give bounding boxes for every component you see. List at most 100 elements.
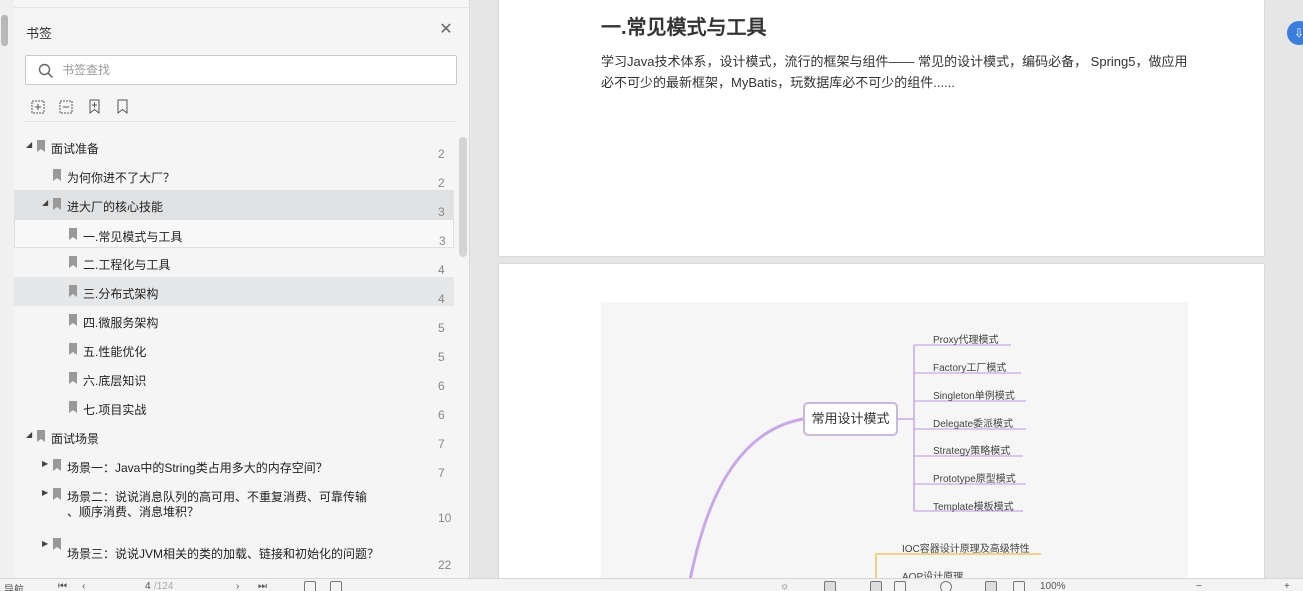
panel-scrollbar[interactable]	[459, 137, 467, 257]
bookmark-icon	[53, 459, 61, 471]
close-icon[interactable]: ✕	[438, 22, 454, 38]
bookmark-label: 三.分布式架构	[83, 287, 159, 301]
zoom-level[interactable]: 100%	[1040, 581, 1066, 591]
bookmark-label: 五.性能优化	[83, 345, 147, 359]
panel-title: 书签	[26, 26, 53, 41]
bookmark-item[interactable]: ▶ 场景二：说说消息队列的高可用、不重复消费、可靠传输 、顺序消费、消息堆积？ …	[14, 480, 454, 528]
bookmark-page: 7	[438, 437, 445, 451]
bookmark-page: 7	[438, 466, 445, 480]
expand-arrow-icon[interactable]: ▶	[42, 460, 50, 468]
mindmap-connectors	[688, 344, 1041, 578]
bookmark-item[interactable]: 六.底层知识 6	[14, 364, 454, 393]
single-page-icon[interactable]	[304, 581, 316, 591]
section-heading: 一.常见模式与工具	[601, 17, 767, 39]
bookmark-icon[interactable]	[114, 98, 132, 116]
next-page-icon[interactable]: ›	[236, 581, 239, 591]
section-paragraph: 学习Java技术体系，设计模式，流行的框架与组件—— 常见的设计模式，编码必备，…	[601, 51, 1201, 93]
bookmark-item[interactable]: 四.微服务架构 5	[14, 306, 454, 335]
bookmark-label: 二.工程化与工具	[83, 258, 171, 272]
bookmark-item[interactable]: 为何你进不了大厂？ 2	[14, 161, 454, 190]
mindmap-leaf: Prototype原型模式	[933, 474, 1016, 485]
collapse-arrow-icon[interactable]: ◢	[42, 199, 50, 207]
left-rail	[0, 0, 14, 578]
document-view[interactable]: 一.常见模式与工具 学习Java技术体系，设计模式，流行的框架与组件—— 常见的…	[471, 0, 1303, 578]
bookmark-icon	[69, 314, 77, 326]
bookmark-label: 进大厂的核心技能	[67, 200, 164, 214]
status-bar: 导航 ⏮ ‹ 4 /124 › ⏭ ☼ 100% − +	[0, 578, 1303, 591]
paragraph-line: 必不可少的最新框架，MyBatis，玩数据库必不可少的组件......	[601, 75, 955, 90]
eye-icon[interactable]: ☼	[780, 581, 789, 591]
bookmark-search[interactable]	[25, 55, 457, 85]
bookmark-item[interactable]: ▶ 场景一：Java中的String类占用多大的内存空间？ 7	[14, 451, 454, 480]
bookmark-icon	[37, 430, 45, 442]
document-page: 一.常见模式与工具 学习Java技术体系，设计模式，流行的框架与组件—— 常见的…	[499, 0, 1264, 256]
mindmap-leaf: Delegate委派模式	[933, 419, 1014, 430]
bookmark-item[interactable]: 三.分布式架构 4	[14, 277, 454, 306]
two-page-icon[interactable]	[330, 581, 342, 591]
mindmap-figure: 常用设计模式 Proxy代理模式 Factory工厂模式 Singleton单例…	[601, 302, 1188, 578]
mindmap-leaf: AOP设计原理	[902, 572, 964, 578]
bookmark-icon	[69, 228, 77, 240]
expand-all-icon[interactable]	[30, 98, 48, 116]
bookmark-item[interactable]: 二.工程化与工具 4	[14, 248, 454, 277]
mindmap-center-node: 常用设计模式	[803, 402, 898, 436]
autoplay-icon[interactable]	[940, 581, 952, 591]
page-indicator[interactable]: 4	[145, 581, 151, 591]
book-mode-icon[interactable]	[894, 581, 906, 591]
bookmark-page: 3	[439, 234, 446, 248]
fit-width-icon[interactable]	[985, 581, 997, 591]
bookmark-page: 2	[438, 147, 445, 161]
bookmark-icon	[69, 401, 77, 413]
bookmark-page: 2	[438, 176, 445, 190]
bookmark-item[interactable]: 七.项目实战 6	[14, 393, 454, 422]
bookmark-label: 六.底层知识	[83, 374, 147, 388]
bookmark-item-current[interactable]: 一.常见模式与工具 3	[14, 219, 454, 248]
bookmark-page: 6	[438, 408, 445, 422]
bookmark-item[interactable]: ▶ 场景三：说说JVM相关的类的加载、链接和初始化的问题？ 22	[14, 534, 454, 574]
scroll-mode-icon[interactable]	[824, 581, 836, 591]
collapse-arrow-icon[interactable]: ◢	[26, 141, 34, 149]
mindmap-leaf: Factory工厂模式	[933, 363, 1007, 374]
bookmark-icon	[69, 343, 77, 355]
nav-label[interactable]: 导航	[4, 581, 24, 591]
zoom-out-icon[interactable]: −	[1196, 581, 1202, 591]
mindmap-leaf: Proxy代理模式	[933, 335, 999, 346]
mindmap-leaf: IOC容器设计原理及高级特性	[902, 544, 1030, 555]
expand-arrow-icon[interactable]: ▶	[42, 489, 50, 497]
expand-arrow-icon[interactable]: ▶	[42, 540, 50, 548]
bookmark-item[interactable]: ◢ 面试场景 7	[14, 422, 454, 451]
bookmark-icon	[53, 198, 61, 210]
bookmark-icon	[69, 256, 77, 268]
left-rail-handle[interactable]	[1, 15, 8, 46]
bookmark-item[interactable]: 五.性能优化 5	[14, 335, 454, 364]
mindmap-leaf: Template模板模式	[933, 502, 1014, 513]
panel-top-strip	[14, 0, 470, 8]
bookmark-item[interactable]: ◢ 面试准备 2	[14, 132, 454, 161]
prev-page-icon[interactable]: ‹	[82, 581, 85, 591]
page-total: /124	[154, 581, 174, 591]
first-page-icon[interactable]: ⏮	[58, 581, 67, 591]
pdf-reader-window: 书签 ✕ 书签查找 ◢ 面试准备 2 为何你进不了大厂？ 2 ◢ 进大厂的核心技…	[0, 0, 1303, 591]
bookmark-search-input[interactable]	[62, 61, 442, 79]
zoom-in-icon[interactable]: +	[1284, 581, 1290, 591]
bookmark-page: 10	[438, 511, 452, 525]
bookmark-page: 5	[438, 321, 445, 335]
bookmark-label: 一.常见模式与工具	[83, 230, 183, 244]
collapse-arrow-icon[interactable]: ◢	[26, 431, 34, 439]
bookmark-icon	[69, 285, 77, 297]
read-mode-icon[interactable]	[870, 581, 882, 591]
last-page-icon[interactable]: ⏭	[258, 581, 267, 591]
collapse-all-icon[interactable]	[58, 98, 76, 116]
fit-page-icon[interactable]	[1013, 581, 1025, 591]
bookmark-item-selected[interactable]: ◢ 进大厂的核心技能 3	[14, 190, 454, 219]
bookmark-icon	[53, 488, 61, 500]
bookmark-page: 22	[438, 558, 452, 572]
bookmark-label: 为何你进不了大厂？	[67, 171, 176, 185]
bookmark-panel: 书签 ✕ 书签查找 ◢ 面试准备 2 为何你进不了大厂？ 2 ◢ 进大厂的核心技…	[14, 0, 470, 578]
bookmark-page: 3	[438, 205, 445, 219]
mindmap-leaf: Singleton单例模式	[933, 391, 1015, 402]
bookmark-label-line2: 、顺序消费、消息堆积？	[67, 505, 200, 519]
bookmark-page: 4	[438, 263, 445, 277]
bookmark-label: 面试准备	[51, 142, 100, 156]
add-bookmark-icon[interactable]	[86, 98, 104, 116]
